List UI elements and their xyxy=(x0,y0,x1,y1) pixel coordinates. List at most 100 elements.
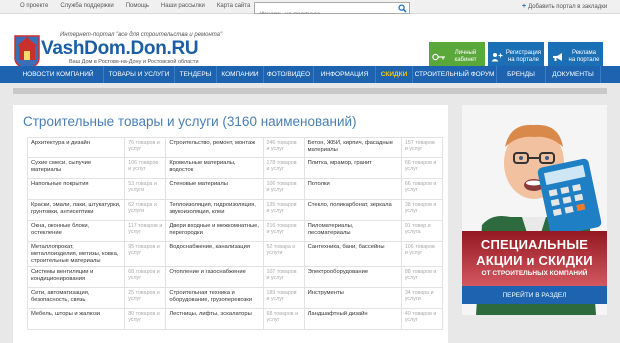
category-count: 40 товаров и услуг xyxy=(400,307,444,330)
table-row: Архитектура и дизайн 76 товаров и услуг Ст… xyxy=(26,137,444,158)
category-link[interactable]: Двери входные и межкомнатные, перегородк… xyxy=(165,220,264,242)
page-title: Строительные товары и услуги (3160 наиме… xyxy=(23,114,357,129)
category-count: 62 товара и услуги xyxy=(124,199,167,221)
search-box[interactable] xyxy=(254,2,410,20)
utility-link[interactable]: Служба поддержки xyxy=(60,3,113,9)
category-link[interactable]: Стеновые материалы xyxy=(165,178,264,200)
category-count: 157 товаров и услуг xyxy=(400,137,444,158)
promo-cta-button[interactable]: ПЕРЕЙТИ В РАЗДЕЛ xyxy=(462,286,607,304)
category-count: 91 товар и услуга xyxy=(400,220,444,242)
category-link[interactable]: Кровельные материалы, водосток xyxy=(165,157,264,179)
utility-nav: О проекте Служба поддержки Помощь Наши расс… xyxy=(20,3,250,9)
category-count: 52 товара и услуги xyxy=(262,241,305,267)
category-link[interactable]: Инструменты xyxy=(303,286,402,309)
category-count: 66 товаров и услуг xyxy=(400,157,444,179)
category-link[interactable]: Строительство, ремонт, монтаж xyxy=(165,137,264,158)
table-row: Напольные покрытия 53 товара и услуги Стен… xyxy=(26,178,444,200)
table-row: Мебель, шторы и жалюзи 80 товаров и услуг… xyxy=(26,307,444,330)
category-count: 216 товаров и услуг xyxy=(262,220,305,242)
category-count: 53 товара и услуги xyxy=(124,178,167,200)
top-utility-bar: О проекте Служба поддержки Помощь Наши расс… xyxy=(0,0,620,20)
category-link[interactable]: Металлопрокат, металлоизделия, метизы, к… xyxy=(26,241,126,267)
nav-item[interactable]: НОВОСТИ КОМПАНИЙ xyxy=(13,66,104,83)
megaphone-icon xyxy=(548,52,568,62)
category-link[interactable]: Ландшафтный дизайн xyxy=(303,307,402,330)
main-nav: НОВОСТИ КОМПАНИЙ ТОВАРЫ И УСЛУГИ ТЕНДЕРЫ КО… xyxy=(0,66,620,83)
category-count: 106 товаров и услуг xyxy=(262,178,305,200)
key-icon xyxy=(429,53,449,61)
category-count: 95 товаров и услуг xyxy=(124,241,167,267)
advertising-label: Реклама на портале xyxy=(568,49,600,64)
category-table: Архитектура и дизайн 76 товаров и услуг Ст… xyxy=(26,137,444,330)
category-link[interactable]: Строительная техника и оборудование, гру… xyxy=(165,286,264,309)
nav-item[interactable]: СКИДКИ xyxy=(376,66,413,83)
nav-spacer xyxy=(0,66,13,83)
promo-line-3: ОТ СТРОИТЕЛЬНЫХ КОМПАНИЙ xyxy=(481,270,588,277)
category-link[interactable]: Водоснабжение, канализация xyxy=(165,241,264,267)
category-count: 178 товаров и услуг xyxy=(262,157,305,179)
nav-item[interactable]: КОМПАНИИ xyxy=(217,66,264,83)
category-link[interactable]: Сухие смеси, сыпучие материалы xyxy=(26,157,126,179)
category-count: 246 товаров и услуг xyxy=(262,137,305,158)
category-count: 80 товаров и услуг xyxy=(124,307,167,330)
category-link[interactable]: Окна, оконные блоки, остекление xyxy=(26,220,126,242)
category-link[interactable]: Сети, автоматизация, безопасность, связь xyxy=(26,286,126,309)
personal-cabinet-label: Личный кабинет xyxy=(454,49,477,64)
nav-item[interactable]: ТОВАРЫ И УСЛУГИ xyxy=(104,66,175,83)
nav-divider xyxy=(13,88,607,94)
promo-line-1: СПЕЦИАЛЬНЫЕ xyxy=(480,237,589,252)
utility-link[interactable]: Помощь xyxy=(126,3,149,9)
promo-banner[interactable]: СПЕЦИАЛЬНЫЕ АКЦИИ и СКИДКИ ОТ СТРОИТЕЛЬН… xyxy=(462,105,607,315)
nav-item[interactable]: СТРОИТЕЛЬНЫЙ ФОРУМ xyxy=(413,66,497,83)
category-count: 189 товаров и услуг xyxy=(262,286,305,309)
site-header: Интернет-портал "все для строительства и… xyxy=(0,14,620,72)
category-link[interactable]: Краски, эмали, лаки, штукатурки, грунтов… xyxy=(26,199,126,221)
category-count: 68 товаров и услуг xyxy=(124,265,167,288)
category-link[interactable]: Пиломатериалы, лесоматериалы xyxy=(303,220,402,242)
category-link[interactable]: Напольные покрытия xyxy=(26,178,126,200)
nav-item[interactable]: ТЕНДЕРЫ xyxy=(175,66,217,83)
search-icon[interactable] xyxy=(398,4,407,13)
utility-link[interactable]: Карта сайта xyxy=(217,3,250,9)
nav-item[interactable]: ИНФОРМАЦИЯ xyxy=(314,66,376,83)
user-plus-icon xyxy=(488,52,506,62)
category-count: 66 товаров и услуг xyxy=(400,178,444,200)
category-link[interactable]: Теплоизоляция, гидроизоляция, звукоизоля… xyxy=(165,199,264,221)
logo-text[interactable]: VashDom.Don.RU xyxy=(41,38,199,60)
nav-item[interactable]: ДОКУМЕНТЫ xyxy=(546,66,601,83)
category-count: 34 товара и услуги xyxy=(400,286,444,309)
category-link[interactable]: Лестницы, лифты, эскалаторы xyxy=(165,307,264,330)
category-count: 117 товаров и услуг xyxy=(124,220,167,242)
category-link[interactable]: Системы вентиляции и кондиционирования xyxy=(26,265,126,288)
register-label: Регистрация на портале xyxy=(505,49,541,64)
table-row: Сети, автоматизация, безопасность, связь… xyxy=(26,286,444,309)
category-count: 25 товаров и услуг xyxy=(124,286,167,309)
category-link[interactable]: Сантехника, бани, бассейны xyxy=(303,241,402,267)
category-count: 135 товаров и услуг xyxy=(262,199,305,221)
category-link[interactable]: Архитектура и дизайн xyxy=(26,137,126,158)
logo-emblem-icon[interactable] xyxy=(13,34,41,70)
category-link[interactable]: Стекло, поликарбонат, зеркала xyxy=(303,199,402,221)
utility-link[interactable]: Наши рассылки xyxy=(161,3,205,9)
table-row: Сухие смеси, сыпучие материалы 106 товаро… xyxy=(26,157,444,179)
category-link[interactable]: Бетон, ЖБИ, кирпич, фасадные материалы xyxy=(303,137,402,158)
nav-item[interactable]: ФОТО/ВИДЕО xyxy=(264,66,314,83)
category-link[interactable]: Потолки xyxy=(303,178,402,200)
category-count: 88 товаров и услуг xyxy=(400,265,444,288)
utility-link[interactable]: О проекте xyxy=(20,3,48,9)
category-count: 38 товаров и услуг xyxy=(400,199,444,221)
table-row: Системы вентиляции и кондиционирования 68… xyxy=(26,265,444,288)
category-link[interactable]: Отопление и газоснабжение xyxy=(165,265,264,288)
logo-subtitle: Ваш Дом в Ростове-на-Дону и Ростовской о… xyxy=(69,59,199,65)
category-link[interactable]: Плитка, мрамор, гранит xyxy=(303,157,402,179)
category-count: 106 товаров и услуг xyxy=(400,241,444,267)
category-count: 107 товаров и услуг xyxy=(262,265,305,288)
table-row: Краски, эмали, лаки, штукатурки, грунтов… xyxy=(26,199,444,221)
promo-man-illustration xyxy=(462,105,607,315)
table-row: Металлопрокат, металлоизделия, метизы, к… xyxy=(26,241,444,267)
category-link[interactable]: Электрооборудование xyxy=(303,265,402,288)
add-bookmark-link[interactable]: + Добавить портал в закладки xyxy=(522,3,607,10)
table-row: Окна, оконные блоки, остекление 117 товар… xyxy=(26,220,444,242)
category-link[interactable]: Мебель, шторы и жалюзи xyxy=(26,307,126,330)
nav-item[interactable]: БРЕНДЫ xyxy=(497,66,546,83)
